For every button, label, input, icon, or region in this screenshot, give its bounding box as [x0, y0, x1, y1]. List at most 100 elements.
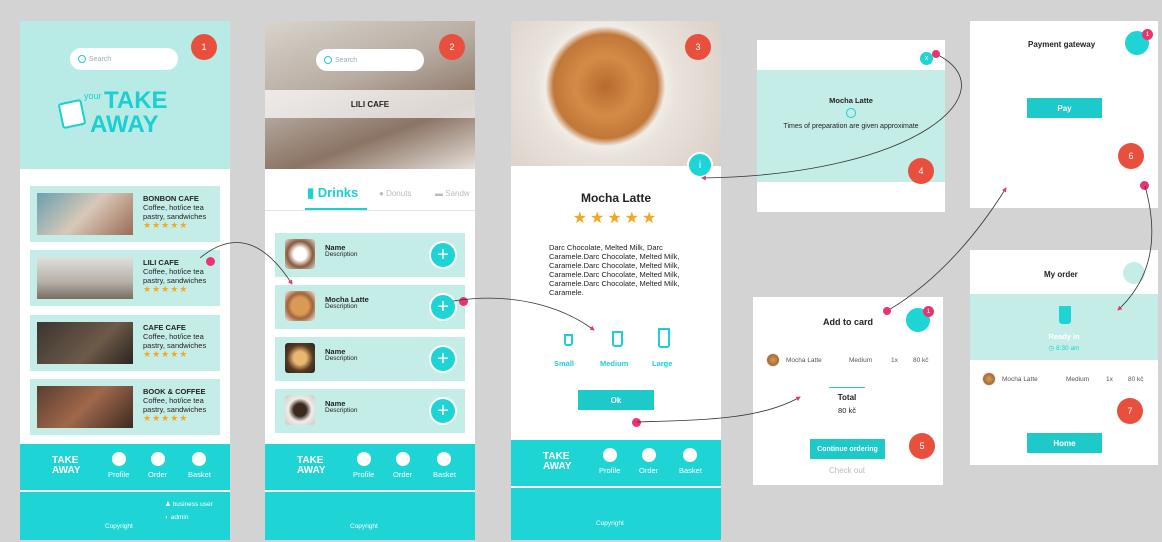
- search-input[interactable]: Search: [316, 49, 424, 71]
- pay-button[interactable]: Pay: [1027, 98, 1102, 118]
- cafe-title: LILI CAFE: [350, 99, 390, 109]
- cafe-card-lili[interactable]: LILI CAFE Coffee, hot/ice tea pastry, sand…: [30, 250, 220, 306]
- continue-ordering-button[interactable]: Continue ordering: [810, 439, 885, 459]
- search-input[interactable]: Search: [70, 48, 178, 70]
- cafe-card-bookcoffee[interactable]: BOOK & COFFEE Coffee, hot/ice tea pastry, …: [30, 379, 220, 435]
- step-badge: 7: [1117, 398, 1143, 424]
- cafe-rating: ★★★★★: [143, 349, 189, 359]
- step-badge: 1: [191, 34, 217, 60]
- donut-icon: ●: [379, 189, 387, 198]
- screen-product-detail: 3 i Mocha Latte ★★★★★ Darc Chocolate, Me…: [511, 21, 721, 540]
- drink-photo: [285, 291, 315, 321]
- bottom-nav: TAKE AWAY Profile Order Basket: [20, 444, 230, 492]
- product-description: Darc Chocolate, Melted Milk, Darc Carame…: [549, 243, 680, 297]
- basket-icon: [437, 452, 452, 466]
- step-badge: 6: [1118, 143, 1144, 169]
- nav-basket[interactable]: Basket: [188, 452, 211, 479]
- add-button[interactable]: +: [429, 397, 457, 425]
- tab-donuts[interactable]: ● Donuts: [379, 189, 411, 198]
- step-badge: 5: [909, 433, 935, 459]
- cart-line-item: Mocha Latte Medium 1x 80 kč: [766, 353, 936, 367]
- profile-icon: [356, 452, 371, 466]
- basket-count: 1: [923, 306, 934, 317]
- cafe-name: BOOK & COFFEE: [143, 387, 206, 396]
- cart-title: Add to card: [823, 317, 874, 327]
- nav-logo[interactable]: TAKE AWAY: [34, 456, 81, 476]
- checkout-link[interactable]: Check out: [753, 466, 941, 475]
- nav-profile[interactable]: Profile: [599, 448, 620, 475]
- nav-basket[interactable]: Basket: [679, 448, 702, 475]
- ready-time: ◷ 8:30 am: [1048, 345, 1080, 352]
- tab-drinks[interactable]: ▮ Drinks: [307, 185, 358, 201]
- ready-cup-icon: [1059, 306, 1071, 324]
- ready-panel: Ready in ◷ 8:30 am: [970, 294, 1158, 360]
- screen-my-order: My order Ready in ◷ 8:30 am Mocha Latte …: [970, 250, 1158, 465]
- app-logo: your TAKE AWAY: [57, 89, 180, 141]
- order-line-item: Mocha Latte Medium 1x 80 kč: [982, 372, 1158, 386]
- connector-dot: [1140, 181, 1149, 190]
- nav-order[interactable]: Order: [393, 452, 412, 479]
- cafe-name: LILI CAFE: [143, 258, 179, 267]
- nav-order[interactable]: Order: [148, 452, 167, 479]
- ok-button[interactable]: Ok: [578, 390, 654, 410]
- size-large-option[interactable]: [652, 328, 676, 348]
- screen-payment: Payment gateway 1 Pay 6: [970, 21, 1158, 208]
- tab-sandwiches[interactable]: ▬ Sandw: [435, 189, 470, 198]
- drink-item[interactable]: Name Description +: [275, 233, 465, 277]
- cafe-card-cafecafe[interactable]: CAFE CAFE Coffee, hot/ice tea pastry, sand…: [30, 315, 220, 371]
- size-medium-label: Medium: [600, 359, 629, 368]
- order-title: My order: [1044, 270, 1078, 279]
- info-note: Times of preparation are given approxima…: [783, 123, 919, 130]
- bottom-nav: TAKE AWAY Profile Order Basket: [511, 440, 721, 488]
- drink-item-mocha-latte[interactable]: Mocha Latte Description +: [275, 285, 468, 329]
- screen-home: Search 1 your TAKE AWAY BONBON CAFE Coffe…: [20, 21, 230, 540]
- logo-bag-icon: [57, 98, 87, 130]
- size-small-option[interactable]: [557, 334, 579, 346]
- home-button[interactable]: Home: [1027, 433, 1102, 453]
- drink-photo: [285, 395, 315, 425]
- drink-item[interactable]: Name Description +: [275, 337, 465, 381]
- bottom-nav: TAKE AWAY Profile Order Basket: [265, 444, 475, 492]
- order-icon: [150, 452, 165, 466]
- search-icon: [78, 55, 86, 63]
- footer: Copyright: [511, 488, 721, 540]
- admin-link[interactable]: ◐ admin: [165, 514, 188, 521]
- basket-icon: [192, 452, 207, 466]
- total-value: 80 kč: [838, 406, 856, 415]
- cafe-card-bonbon[interactable]: BONBON CAFE Coffee, hot/ice tea pastry, sa…: [30, 186, 220, 242]
- nav-profile[interactable]: Profile: [353, 452, 374, 479]
- copyright: Copyright: [350, 523, 378, 530]
- sandwich-icon: ▬: [435, 189, 446, 198]
- payment-title: Payment gateway: [1028, 40, 1096, 49]
- add-button[interactable]: +: [429, 293, 457, 321]
- screen-info-popup: x Mocha Latte Times of preparation are g…: [757, 40, 945, 212]
- close-button[interactable]: x: [920, 52, 933, 65]
- drink-item[interactable]: Name Description +: [275, 389, 465, 433]
- nav-basket[interactable]: Basket: [433, 452, 456, 479]
- nav-order[interactable]: Order: [639, 448, 658, 475]
- copyright: Copyright: [596, 520, 624, 527]
- profile-icon: [111, 452, 126, 466]
- order-basket-icon[interactable]: [1123, 262, 1145, 284]
- product-title: Mocha Latte: [580, 191, 651, 205]
- mocha-thumb: [766, 353, 780, 367]
- tabs-divider: [265, 210, 475, 211]
- product-rating: ★★★★★: [572, 210, 660, 227]
- cafe-photo: [37, 193, 133, 235]
- cafe-photo: [37, 257, 133, 299]
- basket-icon: [683, 448, 698, 462]
- screen-add-to-cart: Add to card 1 Mocha Latte Medium 1x 80 k…: [753, 297, 943, 485]
- info-button[interactable]: i: [687, 152, 713, 178]
- order-icon: [641, 448, 656, 462]
- cafe-rating: ★★★★★: [143, 284, 189, 294]
- add-button[interactable]: +: [429, 241, 457, 269]
- nav-profile[interactable]: Profile: [108, 452, 129, 479]
- business-user-link[interactable]: ♟ business user: [165, 500, 213, 508]
- footer: ♟ business user ◐ admin Copyright: [20, 492, 230, 540]
- step-badge: 2: [439, 34, 465, 60]
- nav-logo[interactable]: TAKE AWAY: [525, 452, 572, 472]
- add-button[interactable]: +: [429, 345, 457, 373]
- size-medium-option[interactable]: [605, 331, 629, 347]
- cafe-name: BONBON CAFE: [143, 194, 199, 203]
- nav-logo[interactable]: TAKE AWAY: [279, 456, 326, 476]
